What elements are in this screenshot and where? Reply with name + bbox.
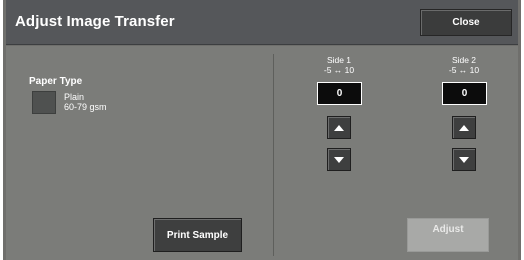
side2-range: -5 ↔ 10 xyxy=(448,65,480,75)
dialog-window: Adjust Image Transfer Close Paper Type P… xyxy=(0,0,524,260)
dialog-title: Adjust Image Transfer xyxy=(15,13,175,30)
side2-increase-button[interactable] xyxy=(452,116,476,139)
down-arrow-icon xyxy=(334,156,344,163)
paper-weight: 60-79 gsm xyxy=(64,102,107,112)
print-sample-button[interactable]: Print Sample xyxy=(153,218,242,252)
paper-type-button[interactable] xyxy=(32,91,56,114)
side1-value-field[interactable]: 0 xyxy=(317,82,362,105)
dialog-header: Adjust Image Transfer Close xyxy=(6,0,518,45)
side2-decrease-button[interactable] xyxy=(452,148,476,171)
side1-increase-button[interactable] xyxy=(327,116,351,139)
up-arrow-icon xyxy=(459,124,469,131)
side1-label: Side 1 xyxy=(326,55,352,65)
close-button[interactable]: Close xyxy=(420,9,512,36)
paper-type-label: Paper Type xyxy=(29,76,83,87)
side1-decrease-button[interactable] xyxy=(327,148,351,171)
down-arrow-icon xyxy=(459,156,469,163)
side2-label: Side 2 xyxy=(451,55,477,65)
side2-value-field[interactable]: 0 xyxy=(442,82,487,105)
adjust-button[interactable]: Adjust xyxy=(407,218,489,252)
up-arrow-icon xyxy=(334,124,344,131)
paper-name: Plain xyxy=(64,92,85,102)
side1-range: -5 ↔ 10 xyxy=(323,65,355,75)
section-divider xyxy=(273,54,274,256)
dialog-content: Paper Type Plain 60-79 gsm Side 1 -5 ↔ 1… xyxy=(6,46,518,260)
